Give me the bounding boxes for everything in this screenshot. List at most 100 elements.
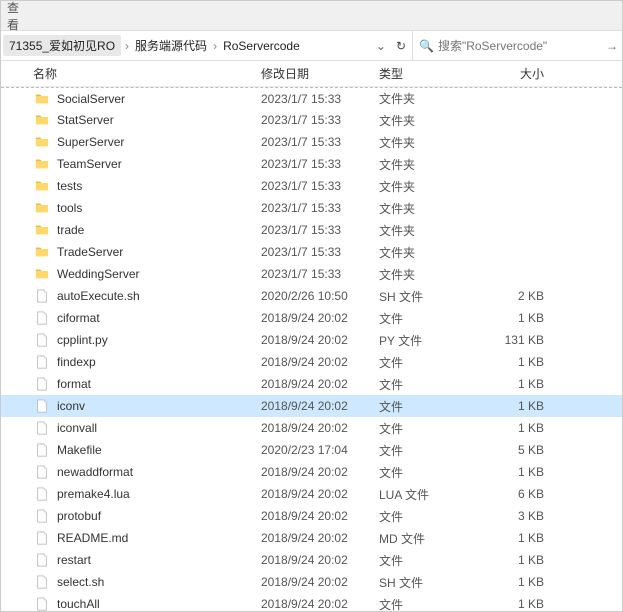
file-icon xyxy=(33,530,51,546)
file-row[interactable]: autoExecute.sh2020/2/26 10:50SH 文件2 KB xyxy=(1,285,622,307)
file-date: 2023/1/7 15:33 xyxy=(261,201,379,215)
file-row[interactable]: SuperServer2023/1/7 15:33文件夹 xyxy=(1,131,622,153)
file-row[interactable]: protobuf2018/9/24 20:02文件3 KB xyxy=(1,505,622,527)
file-date: 2023/1/7 15:33 xyxy=(261,113,379,127)
header-name[interactable]: 名称 xyxy=(33,65,261,82)
file-name: format xyxy=(57,377,91,391)
file-name: select.sh xyxy=(57,575,104,589)
file-date: 2018/9/24 20:02 xyxy=(261,597,379,611)
folder-icon xyxy=(33,178,51,194)
file-icon xyxy=(33,596,51,611)
header-type[interactable]: 类型 xyxy=(379,65,464,82)
file-date: 2020/2/26 10:50 xyxy=(261,289,379,303)
file-type: SH 文件 xyxy=(379,574,464,591)
file-row[interactable]: findexp2018/9/24 20:02文件1 KB xyxy=(1,351,622,373)
file-icon xyxy=(33,486,51,502)
file-date: 2018/9/24 20:02 xyxy=(261,333,379,347)
file-row[interactable]: TeamServer2023/1/7 15:33文件夹 xyxy=(1,153,622,175)
file-size: 1 KB xyxy=(464,575,564,589)
file-row[interactable]: format2018/9/24 20:02文件1 KB xyxy=(1,373,622,395)
file-type: 文件 xyxy=(379,442,464,459)
file-name: newaddformat xyxy=(57,465,133,479)
file-size: 1 KB xyxy=(464,553,564,567)
file-type: 文件夹 xyxy=(379,90,464,107)
chevron-down-icon[interactable]: ⌄ xyxy=(372,39,390,53)
file-size: 6 KB xyxy=(464,487,564,501)
file-type: 文件 xyxy=(379,354,464,371)
breadcrumb-item[interactable]: 服务端源代码 xyxy=(131,37,211,54)
file-date: 2018/9/24 20:02 xyxy=(261,377,379,391)
search-box[interactable]: 🔍 xyxy=(412,31,602,60)
file-date: 2023/1/7 15:33 xyxy=(261,267,379,281)
breadcrumb-item[interactable]: RoServercode xyxy=(219,39,304,53)
file-type: MD 文件 xyxy=(379,530,464,547)
file-row[interactable]: SocialServer2023/1/7 15:33文件夹 xyxy=(1,87,622,109)
file-name: restart xyxy=(57,553,91,567)
breadcrumb-item[interactable]: 71355_爱如初见RO xyxy=(3,35,121,56)
file-row[interactable]: tools2023/1/7 15:33文件夹 xyxy=(1,197,622,219)
header-size[interactable]: 大小 xyxy=(464,65,564,82)
file-type: 文件 xyxy=(379,552,464,569)
header-date[interactable]: 修改日期 xyxy=(261,65,379,82)
file-name: iconvall xyxy=(57,421,97,435)
view-menu-button[interactable]: 查看 xyxy=(7,5,29,27)
folder-icon xyxy=(33,266,51,282)
search-icon: 🔍 xyxy=(419,39,434,53)
file-date: 2023/1/7 15:33 xyxy=(261,92,379,106)
folder-icon xyxy=(33,244,51,260)
breadcrumb: 71355_爱如初见RO › 服务端源代码 › RoServercode ⌄ ↻… xyxy=(1,31,622,61)
file-date: 2018/9/24 20:02 xyxy=(261,421,379,435)
file-row[interactable]: Makefile2020/2/23 17:04文件5 KB xyxy=(1,439,622,461)
file-name: WeddingServer xyxy=(57,267,140,281)
file-type: LUA 文件 xyxy=(379,486,464,503)
file-row[interactable]: iconvall2018/9/24 20:02文件1 KB xyxy=(1,417,622,439)
file-size: 1 KB xyxy=(464,311,564,325)
file-row[interactable]: TradeServer2023/1/7 15:33文件夹 xyxy=(1,241,622,263)
file-icon xyxy=(33,464,51,480)
file-row[interactable]: cpplint.py2018/9/24 20:02PY 文件131 KB xyxy=(1,329,622,351)
search-submit-icon[interactable]: → xyxy=(602,39,622,53)
refresh-icon[interactable]: ↻ xyxy=(390,39,412,53)
file-date: 2018/9/24 20:02 xyxy=(261,575,379,589)
file-name: autoExecute.sh xyxy=(57,289,140,303)
file-date: 2023/1/7 15:33 xyxy=(261,223,379,237)
file-date: 2020/2/23 17:04 xyxy=(261,443,379,457)
file-date: 2018/9/24 20:02 xyxy=(261,399,379,413)
file-name: trade xyxy=(57,223,84,237)
column-headers: 名称 修改日期 类型 大小 xyxy=(1,61,622,87)
file-name: TeamServer xyxy=(57,157,122,171)
folder-icon xyxy=(33,91,51,107)
file-row[interactable]: trade2023/1/7 15:33文件夹 xyxy=(1,219,622,241)
file-row[interactable]: touchAll2018/9/24 20:02文件1 KB xyxy=(1,593,622,611)
file-row[interactable]: restart2018/9/24 20:02文件1 KB xyxy=(1,549,622,571)
file-name: StatServer xyxy=(57,113,114,127)
file-name: protobuf xyxy=(57,509,101,523)
file-row[interactable]: tests2023/1/7 15:33文件夹 xyxy=(1,175,622,197)
search-input[interactable] xyxy=(438,39,588,53)
file-size: 1 KB xyxy=(464,355,564,369)
file-row[interactable]: newaddformat2018/9/24 20:02文件1 KB xyxy=(1,461,622,483)
file-list[interactable]: SocialServer2023/1/7 15:33文件夹 StatServer 2… xyxy=(1,87,622,611)
file-size: 5 KB xyxy=(464,443,564,457)
file-row[interactable]: StatServer2023/1/7 15:33文件夹 xyxy=(1,109,622,131)
file-type: 文件 xyxy=(379,596,464,612)
file-type: 文件 xyxy=(379,420,464,437)
file-row[interactable]: select.sh 2018/9/24 20:02SH 文件1 KB xyxy=(1,571,622,593)
file-row[interactable]: ciformat2018/9/24 20:02文件1 KB xyxy=(1,307,622,329)
file-icon xyxy=(33,442,51,458)
file-type: 文件 xyxy=(379,508,464,525)
file-type: SH 文件 xyxy=(379,288,464,305)
file-date: 2023/1/7 15:33 xyxy=(261,179,379,193)
file-row[interactable]: premake4.lua2018/9/24 20:02LUA 文件6 KB xyxy=(1,483,622,505)
file-type: 文件夹 xyxy=(379,244,464,261)
file-size: 1 KB xyxy=(464,399,564,413)
file-size: 131 KB xyxy=(464,333,564,347)
file-row[interactable]: iconv2018/9/24 20:02文件1 KB xyxy=(1,395,622,417)
file-row[interactable]: WeddingServer2023/1/7 15:33文件夹 xyxy=(1,263,622,285)
file-type: 文件夹 xyxy=(379,178,464,195)
folder-icon xyxy=(33,112,51,128)
file-type: PY 文件 xyxy=(379,332,464,349)
file-date: 2023/1/7 15:33 xyxy=(261,245,379,259)
folder-icon xyxy=(33,134,51,150)
file-row[interactable]: README.md2018/9/24 20:02MD 文件1 KB xyxy=(1,527,622,549)
